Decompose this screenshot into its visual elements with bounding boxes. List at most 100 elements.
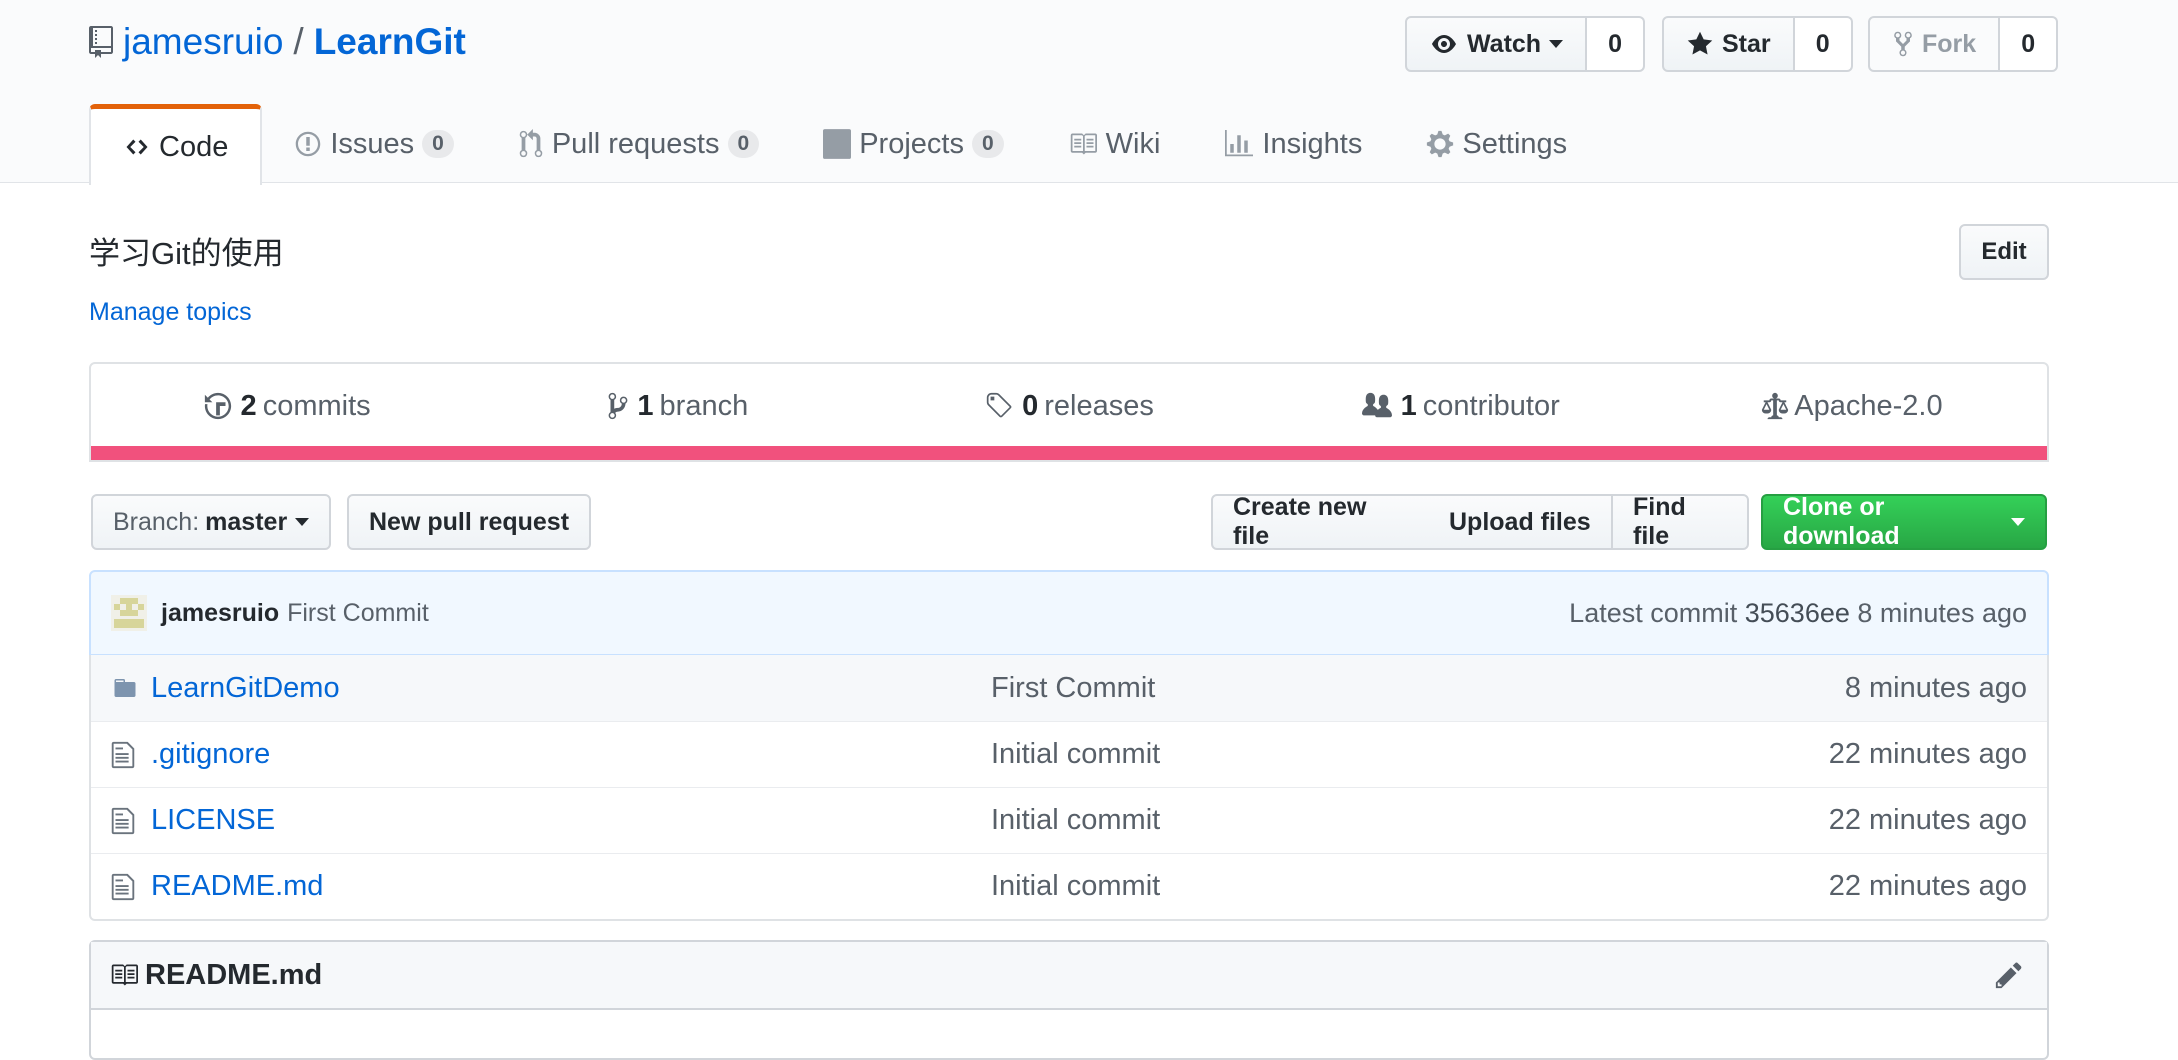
tab-code-label: Code — [159, 130, 229, 163]
file-row[interactable]: LICENSE Initial commit 22 minutes ago — [91, 787, 2047, 853]
file-age: 8 minutes ago — [1844, 671, 2027, 704]
readme-box: README.md — [89, 940, 2049, 1060]
tab-settings-label: Settings — [1462, 127, 1568, 160]
graph-icon — [1225, 130, 1254, 157]
releases-label: releases — [1044, 389, 1154, 422]
issues-counter: 0 — [422, 130, 454, 158]
commit-message-link[interactable]: First Commit — [287, 599, 429, 628]
tab-insights[interactable]: Insights — [1192, 104, 1394, 184]
repo-summary: 2 commits 1 branch 0 releases 1 contribu… — [89, 362, 2049, 462]
tab-pull-requests-label: Pull requests — [551, 127, 720, 160]
file-commit-message[interactable]: Initial commit — [991, 804, 1160, 837]
file-navigation: Branch: master New pull request Create n… — [89, 493, 2049, 550]
create-new-file-button[interactable]: Create new file — [1211, 493, 1431, 550]
projects-counter: 0 — [971, 130, 1004, 158]
file-age: 22 minutes ago — [1828, 870, 2027, 902]
watch-button[interactable]: Watch — [1405, 16, 1588, 72]
file-commit-message[interactable]: Initial commit — [991, 870, 1160, 903]
chevron-down-icon — [295, 518, 310, 526]
language-bar[interactable] — [91, 446, 2047, 460]
latest-commit-meta: Latest commit 35636ee 8 minutes ago — [1569, 598, 2027, 629]
tab-wiki[interactable]: Wiki — [1036, 104, 1193, 184]
file-row[interactable]: README.md Initial commit 22 minutes ago — [91, 853, 2047, 919]
branches-link[interactable]: 1 branch — [482, 390, 873, 423]
file-commit-message[interactable]: Initial commit — [991, 738, 1160, 771]
tab-projects[interactable]: Projects 0 — [791, 104, 1035, 184]
file-row[interactable]: LearnGitDemo First Commit 8 minutes ago — [91, 655, 2047, 721]
project-icon — [823, 129, 852, 159]
tab-code[interactable]: Code — [89, 104, 263, 185]
file-name-link[interactable]: .gitignore — [151, 738, 991, 771]
commit-age: 8 minutes ago — [1857, 597, 2027, 628]
clone-or-download-button[interactable]: Clone or download — [1761, 493, 2047, 550]
repo-owner-link[interactable]: jamesruio — [123, 21, 283, 63]
branch-icon — [609, 392, 628, 420]
upload-files-button[interactable]: Upload files — [1429, 494, 1613, 550]
tab-pull-requests[interactable]: Pull requests 0 — [486, 104, 791, 184]
tab-projects-label: Projects — [859, 127, 964, 160]
pencil-icon[interactable] — [1995, 960, 2023, 990]
star-icon — [1687, 31, 1713, 55]
file-row[interactable]: .gitignore Initial commit 22 minutes ago — [91, 721, 2047, 787]
contributors-count: 1 — [1400, 389, 1417, 422]
readme-header: README.md — [91, 942, 2047, 1010]
contributors-link[interactable]: 1 contributor — [1265, 390, 1656, 423]
clone-label: Clone or download — [1783, 493, 1900, 550]
fork-icon — [1894, 31, 1912, 57]
readme-title: README.md — [145, 958, 323, 991]
pull-request-icon — [519, 129, 543, 158]
watch-group: Watch 0 — [1405, 16, 1646, 72]
tab-issues[interactable]: Issues 0 — [262, 104, 486, 184]
chevron-down-icon — [2011, 518, 2025, 526]
commits-link[interactable]: 2 commits — [91, 390, 482, 423]
branches-label: branch — [659, 389, 749, 422]
file-name-link[interactable]: README.md — [151, 870, 991, 903]
tab-settings[interactable]: Settings — [1394, 104, 1599, 184]
pull-requests-counter: 0 — [727, 130, 760, 158]
repo-title: jamesruio / LearnGit — [89, 20, 466, 64]
repo-icon — [89, 26, 113, 58]
fork-group: Fork 0 — [1868, 16, 2059, 72]
repo-name-link[interactable]: LearnGit — [314, 21, 466, 63]
gear-icon — [1427, 130, 1454, 158]
star-label: Star — [1722, 29, 1771, 58]
new-pull-request-button[interactable]: New pull request — [347, 494, 592, 550]
star-button[interactable]: Star — [1662, 16, 1795, 72]
repo-header: jamesruio / LearnGit Watch 0 Star 0 Fork… — [0, 0, 2178, 185]
commits-count: 2 — [240, 389, 257, 422]
file-name-link[interactable]: LearnGitDemo — [151, 672, 991, 705]
find-file-button[interactable]: Find file — [1611, 493, 1749, 550]
file-name-link[interactable]: LICENSE — [151, 804, 991, 837]
commit-author-link[interactable]: jamesruio — [161, 599, 279, 628]
tag-icon — [986, 392, 1012, 418]
tab-insights-label: Insights — [1262, 127, 1363, 160]
fork-button[interactable]: Fork — [1868, 16, 2001, 72]
code-icon — [126, 139, 148, 155]
edit-description-button[interactable]: Edit — [1959, 224, 2049, 280]
fork-count[interactable]: 0 — [2000, 16, 2059, 72]
issue-icon — [296, 131, 321, 157]
branches-count: 1 — [637, 389, 654, 422]
tab-issues-label: Issues — [330, 127, 415, 160]
file-icon — [111, 807, 135, 834]
file-commit-message[interactable]: First Commit — [991, 672, 1155, 705]
file-age: 22 minutes ago — [1828, 738, 2027, 770]
fork-label: Fork — [1922, 29, 1977, 58]
repo-nav: Code Issues 0 Pull requests 0 Projects 0… — [89, 104, 1599, 185]
file-icon — [111, 873, 135, 900]
branch-prefix: Branch: — [113, 507, 200, 536]
avatar[interactable] — [111, 595, 147, 631]
manage-topics-link[interactable]: Manage topics — [89, 298, 252, 327]
commit-sha-link[interactable]: 35636ee — [1745, 598, 1850, 628]
branch-select-button[interactable]: Branch: master — [91, 494, 332, 550]
commits-label: commits — [262, 389, 371, 422]
watch-count[interactable]: 0 — [1587, 16, 1646, 72]
releases-link[interactable]: 0 releases — [873, 390, 1264, 423]
star-count[interactable]: 0 — [1794, 16, 1853, 72]
star-group: Star 0 — [1662, 16, 1853, 72]
watch-label: Watch — [1467, 29, 1542, 58]
chevron-down-icon — [1549, 40, 1564, 48]
law-icon — [1762, 392, 1789, 420]
license-link[interactable]: Apache-2.0 — [1656, 390, 2047, 423]
repo-separator: / — [293, 21, 304, 62]
